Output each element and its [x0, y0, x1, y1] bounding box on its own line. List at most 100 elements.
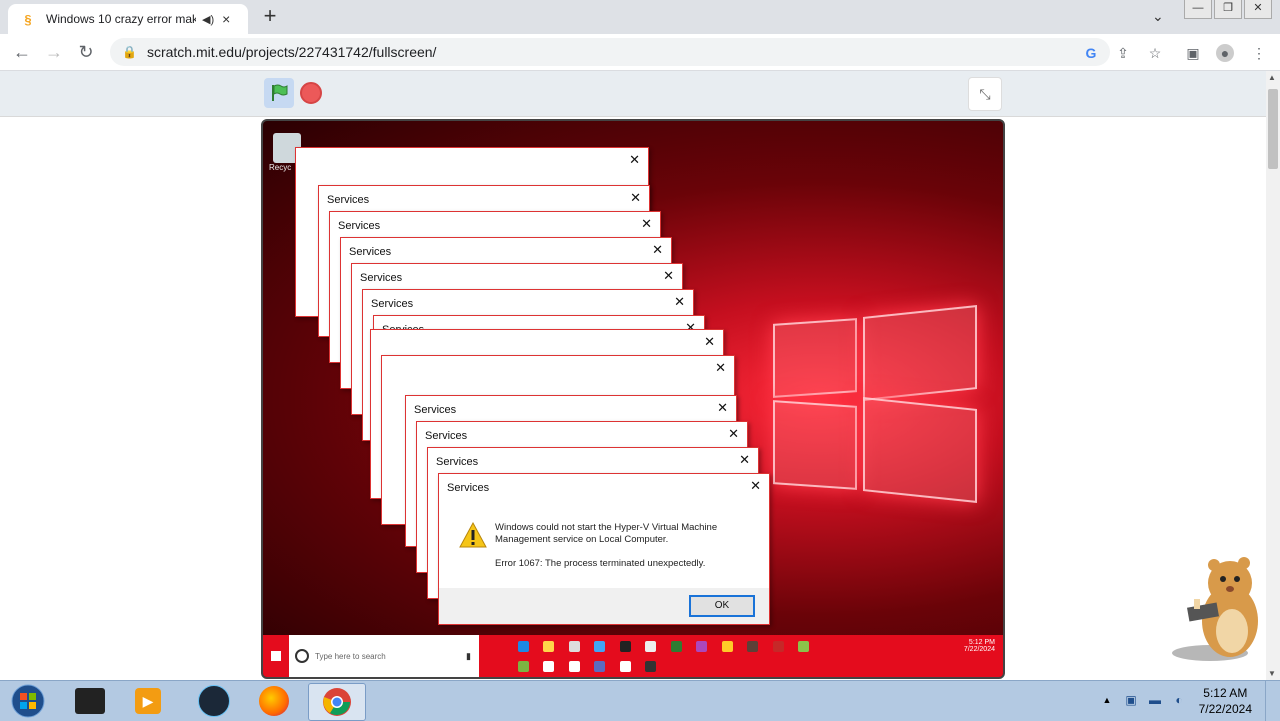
minimize-icon[interactable]: — — [1184, 0, 1212, 19]
bookmark-star-icon[interactable]: ☆ — [1146, 44, 1164, 62]
windows-start-icon — [11, 684, 45, 718]
scrollbar-thumb[interactable] — [1268, 89, 1278, 169]
reload-icon[interactable]: ↻ — [74, 40, 98, 64]
scratch-stage[interactable]: Recyc ✕ Services ✕ Services ✕ Services ✕… — [261, 119, 1005, 679]
win10-search-box[interactable]: Type here to search ▮ — [289, 635, 479, 677]
win10-clock-date: 7/22/2024 — [963, 646, 995, 653]
recycle-bin-label: Recyc — [269, 163, 292, 172]
dialog-close-icon[interactable]: ✕ — [717, 400, 728, 416]
error-code: Error 1067: The process terminated unexp… — [495, 558, 706, 569]
dialog-close-icon[interactable]: ✕ — [715, 360, 726, 376]
close-window-icon[interactable]: ✕ — [1244, 0, 1272, 19]
app-icon[interactable] — [645, 661, 657, 672]
dialog-title: Services — [349, 246, 392, 258]
green-flag-icon — [272, 84, 288, 101]
exit-fullscreen-button[interactable]: ⤡ — [968, 77, 1002, 111]
warning-icon — [459, 522, 487, 548]
os-clock-time: 5:12 AM — [1203, 686, 1248, 700]
show-desktop-button[interactable] — [1265, 681, 1280, 721]
win10-taskbar: Type here to search ▮ 5:12 PM 7/22/2024 — [263, 635, 1003, 677]
app-icon[interactable] — [696, 641, 708, 652]
terminal-icon — [75, 688, 105, 714]
chrome-icon[interactable] — [721, 641, 733, 652]
app-icon[interactable] — [568, 641, 580, 652]
share-icon[interactable]: ⇪ — [1114, 44, 1132, 62]
dialog-close-icon[interactable]: ✕ — [663, 268, 674, 284]
app-icon[interactable] — [797, 641, 809, 652]
steam-icon — [198, 685, 230, 717]
tab-close-icon[interactable]: × — [222, 11, 230, 27]
app-icon[interactable] — [772, 641, 784, 652]
lock-icon[interactable]: 🔒 — [122, 45, 137, 59]
media-player-app[interactable]: ▶ — [120, 683, 176, 719]
google-icon[interactable]: G — [1082, 44, 1100, 62]
chrome-app[interactable] — [308, 683, 366, 721]
dialog-close-icon[interactable]: ✕ — [739, 452, 750, 468]
terminal-app[interactable] — [62, 683, 118, 719]
win10-clock[interactable]: 5:12 PM 7/22/2024 — [964, 639, 995, 653]
mail-icon[interactable] — [568, 661, 580, 672]
network-icon[interactable]: ▬ — [1148, 693, 1162, 707]
app-icon[interactable] — [619, 661, 631, 672]
steam-app[interactable] — [186, 683, 242, 719]
app-icon[interactable] — [619, 641, 631, 652]
firefox-app[interactable] — [246, 683, 302, 719]
new-tab-button[interactable]: + — [258, 4, 282, 28]
dialog-title: Services — [425, 430, 468, 442]
forward-icon[interactable]: → — [42, 40, 66, 64]
show-hidden-icons-icon[interactable]: ▲ — [1100, 693, 1114, 707]
menu-icon[interactable]: ⋮ — [1250, 44, 1268, 62]
dialog-close-icon[interactable]: ✕ — [728, 426, 739, 442]
folder-icon[interactable] — [543, 641, 555, 652]
os-clock[interactable]: 5:12 AM 7/22/2024 — [1199, 685, 1252, 717]
dialog-close-icon[interactable]: ✕ — [674, 294, 685, 310]
restore-icon[interactable]: ❐ — [1214, 0, 1242, 19]
scroll-up-icon[interactable]: ▲ — [1268, 73, 1276, 82]
profile-icon[interactable]: ● — [1216, 44, 1234, 62]
win10-pinned-apps — [513, 639, 843, 673]
dialog-title: Services — [414, 404, 457, 416]
side-panel-icon[interactable]: ▣ — [1184, 44, 1202, 62]
address-bar[interactable]: 🔒 scratch.mit.edu/projects/227431742/ful… — [110, 38, 1110, 66]
firefox-icon — [259, 686, 289, 716]
app-icon[interactable] — [747, 641, 759, 652]
os-clock-date: 7/22/2024 — [1198, 702, 1252, 716]
app-icon[interactable] — [670, 641, 682, 652]
dialog-close-icon[interactable]: ✕ — [704, 334, 715, 350]
media-player-icon: ▶ — [135, 688, 161, 714]
start-button[interactable] — [0, 683, 56, 719]
dialog-close-icon[interactable]: ✕ — [630, 190, 641, 206]
back-icon[interactable]: ← — [10, 40, 34, 64]
dialog-title: Services — [447, 482, 490, 494]
front-error-dialog[interactable]: Services ✕ Windows could not start the H… — [438, 473, 770, 625]
volume-icon[interactable]: ◐ — [1172, 693, 1186, 707]
dialog-close-icon[interactable]: ✕ — [641, 216, 652, 232]
win10-clock-time: 5:12 PM — [968, 639, 995, 646]
tab-search-icon[interactable]: ⌄ — [1152, 8, 1164, 25]
app-icon[interactable] — [518, 661, 529, 672]
app-icon[interactable] — [594, 641, 606, 652]
browser-tab-bar: § Windows 10 crazy error mak ◀) × + ⌄ — … — [0, 0, 1280, 34]
speaker-icon[interactable]: ◀) — [202, 13, 214, 26]
tray-app-icon[interactable]: ▣ — [1124, 693, 1138, 707]
green-flag-button[interactable] — [264, 78, 294, 108]
chrome-icon — [323, 688, 351, 716]
page-scrollbar[interactable]: ▲ ▼ — [1266, 71, 1280, 680]
edge-icon[interactable] — [518, 641, 529, 652]
app-icon[interactable] — [645, 641, 657, 652]
browser-tab[interactable]: § Windows 10 crazy error mak ◀) × — [8, 4, 248, 34]
stop-button[interactable] — [300, 82, 322, 104]
dialog-close-icon[interactable]: ✕ — [629, 152, 640, 168]
app-icon[interactable] — [594, 661, 606, 672]
win10-start-icon[interactable] — [271, 651, 281, 661]
scroll-down-icon[interactable]: ▼ — [1268, 669, 1276, 678]
dialog-close-icon[interactable]: ✕ — [750, 478, 761, 494]
ok-button[interactable]: OK — [689, 595, 755, 617]
tab-title: Windows 10 crazy error mak — [46, 12, 196, 26]
dialog-title: Services — [436, 456, 479, 468]
dialog-close-icon[interactable]: ✕ — [652, 242, 663, 258]
dialog-footer: OK — [439, 588, 769, 624]
scratch-page: ⤡ Recyc ✕ Services ✕ Services ✕ Services… — [0, 71, 1266, 680]
app-icon[interactable] — [543, 661, 555, 672]
error-message: Windows could not start the Hyper-V Virt… — [495, 522, 718, 545]
